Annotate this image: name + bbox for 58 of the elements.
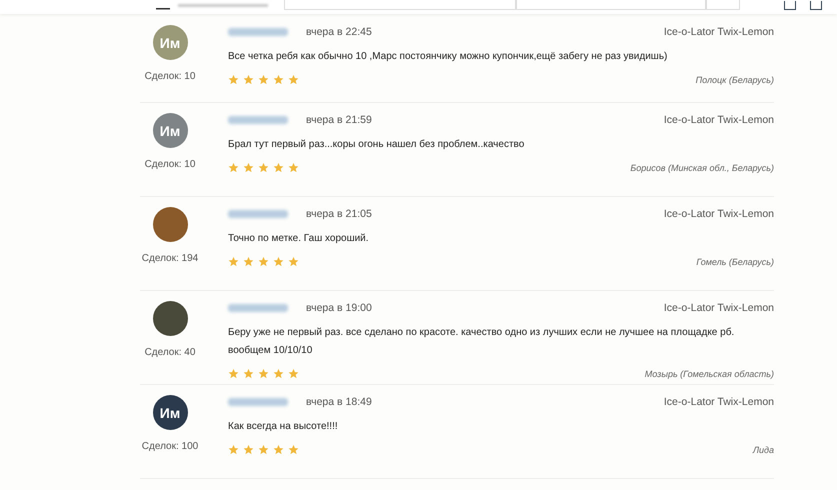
deals-count: Сделок: 40 bbox=[144, 347, 196, 358]
review-time: вчера в 18:49 bbox=[306, 396, 372, 408]
blurred-username bbox=[228, 304, 288, 312]
review-location: Мозырь (Гомельская область) bbox=[644, 368, 774, 378]
star-icon bbox=[228, 368, 239, 379]
product-name[interactable]: Ice-o-Lator Twix-Lemon bbox=[664, 114, 774, 126]
deals-count: Сделок: 10 bbox=[144, 71, 196, 82]
review-location: Полоцк (Беларусь) bbox=[696, 74, 774, 84]
product-name[interactable]: Ice-o-Lator Twix-Lemon bbox=[664, 302, 774, 314]
blurred-username bbox=[228, 116, 288, 124]
star-icon bbox=[258, 444, 269, 455]
star-icon bbox=[273, 256, 284, 267]
star-icon bbox=[228, 256, 239, 267]
star-icon bbox=[288, 444, 299, 455]
star-icon bbox=[273, 368, 284, 379]
star-icon bbox=[258, 368, 269, 379]
star-icon bbox=[273, 162, 284, 173]
product-name[interactable]: Ice-o-Lator Twix-Lemon bbox=[664, 396, 774, 408]
star-icon bbox=[243, 74, 254, 85]
star-icon bbox=[258, 162, 269, 173]
review-location: Лида bbox=[752, 444, 774, 454]
star-icon bbox=[243, 256, 254, 267]
review-location: Борисов (Минская обл., Беларусь) bbox=[630, 162, 774, 172]
review-text: Брал тут первый раз...коры огонь нашел без проблем..качество bbox=[228, 138, 526, 152]
star-icon bbox=[258, 74, 269, 85]
review-text: Беру уже не первый раз. все сделано по красоте. качество одно из лучших если не лучшее на площадке рб. вообщем 10/10/10 bbox=[228, 326, 736, 358]
review-time: вчера в 22:45 bbox=[306, 26, 372, 38]
blurred-username bbox=[228, 398, 288, 406]
user-avatar: Им bbox=[152, 113, 188, 148]
star-icon bbox=[273, 444, 284, 455]
star-icon bbox=[258, 256, 269, 267]
deals-count: Сделок: 10 bbox=[144, 159, 196, 170]
review-text: Все четка ребя как обычно 10 ,Марс постоянчику можно купончик,ещё забегу не раз увидишь) bbox=[228, 50, 668, 64]
blurred-username bbox=[228, 210, 288, 218]
star-icon bbox=[288, 162, 299, 173]
review-time: вчера в 19:00 bbox=[306, 302, 372, 314]
star-icon bbox=[243, 162, 254, 173]
review-text: Точно по метке. Гаш хороший. bbox=[228, 232, 370, 246]
user-avatar: Им bbox=[152, 25, 188, 60]
star-icon bbox=[243, 444, 254, 455]
star-icon bbox=[288, 368, 299, 379]
product-name[interactable]: Ice-o-Lator Twix-Lemon bbox=[664, 26, 774, 38]
star-icon bbox=[228, 444, 239, 455]
star-icon bbox=[288, 256, 299, 267]
deals-count: Сделок: 194 bbox=[142, 253, 198, 264]
deals-count: Сделок: 100 bbox=[142, 441, 198, 452]
star-icon bbox=[228, 74, 239, 85]
star-icon bbox=[273, 74, 284, 85]
product-name[interactable]: Ice-o-Lator Twix-Lemon bbox=[664, 208, 774, 220]
review-text: Как всегда на высоте!!!! bbox=[228, 420, 339, 434]
user-avatar: Им bbox=[152, 395, 188, 430]
star-icon bbox=[228, 162, 239, 173]
review-time: вчера в 21:05 bbox=[306, 208, 372, 220]
review-location: Гомель (Беларусь) bbox=[696, 256, 774, 266]
star-icon bbox=[288, 74, 299, 85]
review-time: вчера в 21:59 bbox=[306, 114, 372, 126]
star-icon bbox=[243, 368, 254, 379]
blurred-username bbox=[228, 28, 288, 36]
